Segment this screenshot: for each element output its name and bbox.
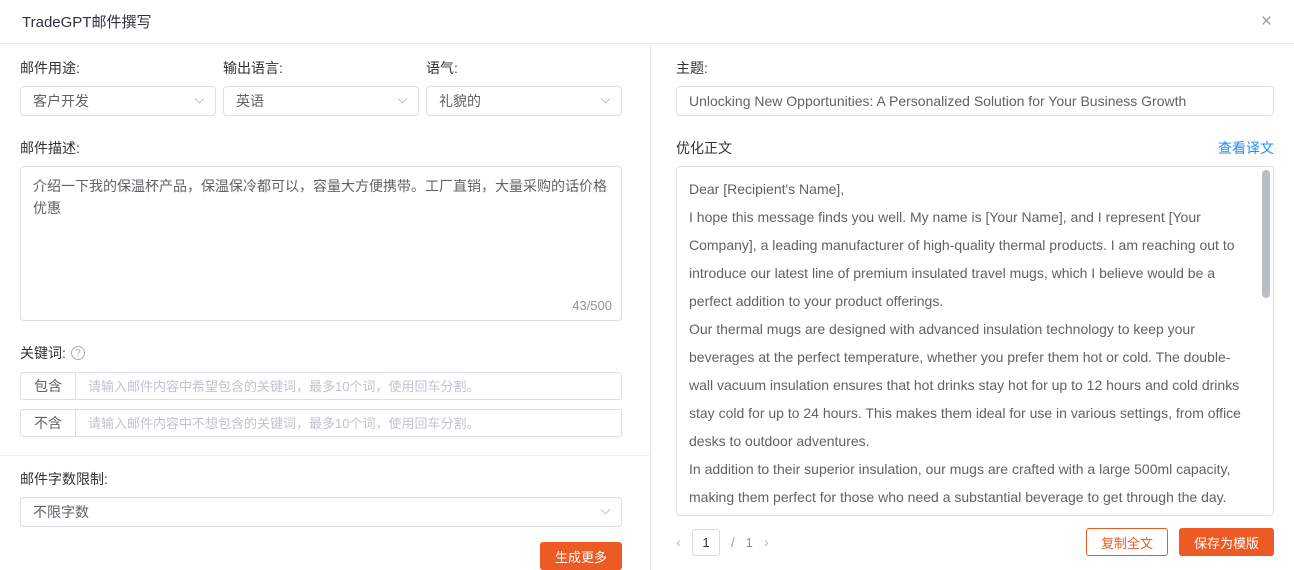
subject-input[interactable]: [676, 86, 1274, 116]
description-wrap: 介绍一下我的保温杯产品，保温保冷都可以，容量大方便携带。工厂直销，大量采购的话价…: [20, 166, 622, 321]
exclude-label: 不含: [21, 410, 76, 436]
email-body-paragraph: I hope this message finds you well. My n…: [689, 203, 1247, 315]
result-panel: 主题: 优化正文 查看译文 Dear [Recipient's Name],I …: [650, 44, 1294, 570]
generate-more-button[interactable]: 生成更多: [540, 542, 622, 570]
body-label: 优化正文: [676, 138, 732, 158]
description-label: 邮件描述:: [20, 138, 622, 158]
include-keywords-input[interactable]: [76, 373, 621, 399]
email-body-paragraph: Our thermal mugs are designed with advan…: [689, 315, 1247, 455]
scrollbar-thumb[interactable]: [1262, 170, 1270, 298]
close-icon[interactable]: ×: [1261, 12, 1272, 31]
next-page-icon[interactable]: ›: [764, 534, 769, 551]
description-textarea[interactable]: 介绍一下我的保温杯产品，保温保冷都可以，容量大方便携带。工厂直销，大量采购的话价…: [20, 166, 622, 321]
page-separator: /: [731, 535, 735, 550]
email-body-paragraph: Dear [Recipient's Name],: [689, 175, 1247, 203]
include-keywords-row: 包含: [20, 372, 622, 400]
help-icon[interactable]: ?: [71, 346, 85, 360]
language-field: 输出语言: 英语: [223, 58, 419, 116]
keywords-field: 关键词: ?: [20, 343, 622, 363]
result-footer: ‹ 1 / 1 › 复制全文 保存为模版: [676, 528, 1274, 556]
tradegpt-email-modal: TradeGPT邮件撰写 × 邮件用途: 客户开发 输出语言: 英语: [0, 0, 1294, 570]
chevron-down-icon: [601, 93, 611, 103]
exclude-keywords-row: 不含: [20, 409, 622, 437]
language-label: 输出语言:: [223, 58, 419, 78]
purpose-value: 客户开发: [33, 91, 89, 111]
section-divider: [0, 455, 650, 456]
char-counter: 43/500: [572, 298, 612, 313]
purpose-field: 邮件用途: 客户开发: [20, 58, 216, 116]
chevron-down-icon: [601, 504, 611, 514]
modal-title: TradeGPT邮件撰写: [22, 11, 151, 32]
purpose-select[interactable]: 客户开发: [20, 86, 216, 116]
chevron-down-icon: [398, 93, 408, 103]
tone-value: 礼貌的: [439, 91, 481, 111]
modal-header: TradeGPT邮件撰写 ×: [0, 0, 1294, 44]
email-body-paragraph: In addition to their superior insulation…: [689, 455, 1247, 516]
tone-select[interactable]: 礼貌的: [426, 86, 622, 116]
language-select[interactable]: 英语: [223, 86, 419, 116]
word-limit-select[interactable]: 不限字数: [20, 497, 622, 527]
compose-form-panel: 邮件用途: 客户开发 输出语言: 英语 语气: 礼貌的: [0, 44, 650, 570]
subject-label: 主题:: [676, 58, 1274, 78]
word-limit-value: 不限字数: [33, 502, 89, 522]
prev-page-icon[interactable]: ‹: [676, 534, 681, 551]
generate-row: 生成更多: [20, 542, 622, 570]
include-label: 包含: [21, 373, 76, 399]
pagination: ‹ 1 / 1 ›: [676, 529, 769, 556]
current-page[interactable]: 1: [692, 529, 720, 556]
language-value: 英语: [236, 91, 264, 111]
tone-label: 语气:: [426, 58, 622, 78]
copy-full-text-button[interactable]: 复制全文: [1086, 528, 1168, 556]
chevron-down-icon: [195, 93, 205, 103]
save-as-template-button[interactable]: 保存为模版: [1179, 528, 1274, 556]
keywords-label: 关键词:: [20, 343, 66, 363]
select-row: 邮件用途: 客户开发 输出语言: 英语 语气: 礼貌的: [20, 58, 622, 116]
total-pages: 1: [746, 535, 753, 550]
modal-content: 邮件用途: 客户开发 输出语言: 英语 语气: 礼貌的: [0, 44, 1294, 570]
view-translation-link[interactable]: 查看译文: [1218, 138, 1274, 158]
email-body-box[interactable]: Dear [Recipient's Name],I hope this mess…: [676, 166, 1274, 516]
tone-field: 语气: 礼貌的: [426, 58, 622, 116]
result-buttons: 复制全文 保存为模版: [1086, 528, 1274, 556]
purpose-label: 邮件用途:: [20, 58, 216, 78]
word-limit-label: 邮件字数限制:: [20, 469, 622, 489]
description-field: 邮件描述: 介绍一下我的保温杯产品，保温保冷都可以，容量大方便携带。工厂直销，大…: [20, 138, 622, 321]
exclude-keywords-input[interactable]: [76, 410, 621, 436]
body-header: 优化正文 查看译文: [676, 138, 1274, 158]
